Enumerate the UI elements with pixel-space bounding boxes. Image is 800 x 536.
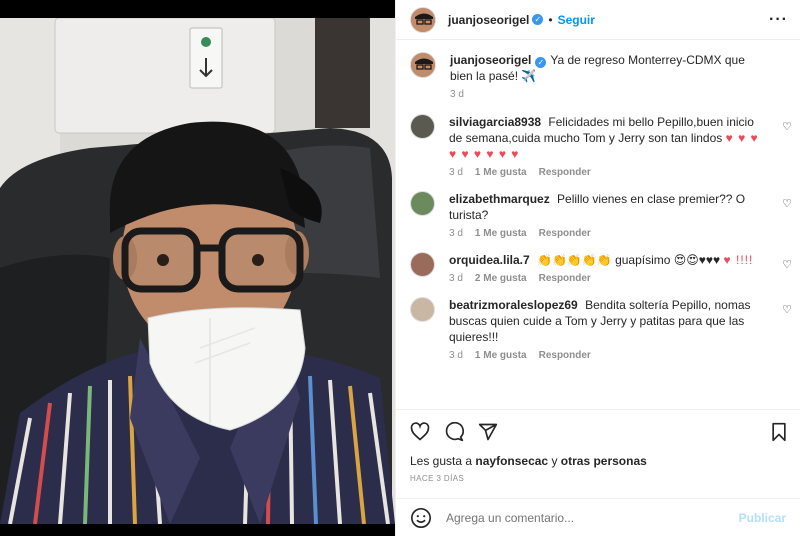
comment-like-icon[interactable]: ♡ (782, 258, 792, 271)
post-header: juanjoseorigel ✓ • Seguir ··· (396, 0, 800, 40)
caption-username[interactable]: juanjoseorigel (450, 53, 531, 67)
comment-likes[interactable]: 1 Me gusta (475, 167, 527, 178)
comment-likes[interactable]: 2 Me gusta (475, 273, 527, 284)
follow-button[interactable]: Seguir (558, 13, 595, 27)
likes-summary: Les gusta a nayfonsecac y otras personas (396, 454, 800, 468)
comment-time[interactable]: 3 d (449, 350, 463, 361)
comment-input[interactable] (446, 510, 739, 525)
reply-button[interactable]: Responder (539, 350, 591, 361)
commenter-avatar[interactable] (410, 191, 435, 216)
reply-button[interactable]: Responder (539, 228, 591, 239)
likes-prefix: Les gusta a (410, 454, 473, 468)
emoji-icon[interactable] (410, 507, 432, 529)
author-avatar[interactable] (410, 6, 436, 33)
comment-item: elizabethmarquez Pelillo vienes en clase… (410, 191, 792, 239)
comment-like-icon[interactable]: ♡ (782, 120, 792, 133)
comment-item: beatrizmoraleslopez69 Bendita soltería P… (410, 297, 792, 361)
author-avatar[interactable] (410, 52, 436, 78)
post-sidebar: juanjoseorigel ✓ • Seguir ··· juanjoseor… (395, 0, 800, 536)
commenter-avatar[interactable] (410, 114, 435, 139)
verified-icon: ✓ (535, 57, 547, 68)
comment-username[interactable]: beatrizmoraleslopez69 (449, 298, 578, 312)
comment-time[interactable]: 3 d (449, 167, 463, 178)
comment-likes[interactable]: 1 Me gusta (475, 228, 527, 239)
post-timestamp[interactable]: HACE 3 DÍAS (396, 468, 800, 483)
more-icon[interactable]: ··· (769, 11, 788, 29)
author-username[interactable]: juanjoseorigel (448, 13, 529, 27)
comment-like-icon[interactable]: ♡ (782, 197, 792, 210)
verified-icon: ✓ (532, 14, 544, 25)
comment-username[interactable]: silviagarcia8938 (449, 115, 541, 129)
comment-time[interactable]: 3 d (449, 228, 463, 239)
action-bar (396, 410, 800, 454)
comment-composer: Publicar (396, 498, 800, 536)
caption-time[interactable]: 3 d (450, 89, 464, 100)
comment-icon[interactable] (444, 422, 464, 442)
commenter-avatar[interactable] (410, 252, 435, 277)
reply-button[interactable]: Responder (539, 273, 591, 284)
separator-dot: • (548, 12, 553, 27)
liker-username[interactable]: nayfonsecac (475, 454, 548, 468)
post-modal: juanjoseorigel ✓ • Seguir ··· juanjoseor… (0, 0, 800, 536)
other-likers-link[interactable]: otras personas (561, 454, 647, 468)
selfie-image (0, 18, 395, 524)
comments-list[interactable]: juanjoseorigel ✓ Ya de regreso Monterrey-C… (396, 40, 800, 410)
heart-icon[interactable] (410, 422, 430, 442)
publish-button[interactable]: Publicar (739, 511, 786, 525)
comment-text: 👏👏👏👏👏 guapísimo 😍😍♥♥♥ (537, 253, 721, 267)
share-icon[interactable] (478, 422, 498, 442)
comment-item: silviagarcia8938 Felicidades mi bello Pe… (410, 114, 792, 178)
comment-time[interactable]: 3 d (449, 273, 463, 284)
comment-like-icon[interactable]: ♡ (782, 303, 792, 316)
comment-username[interactable]: orquidea.lila.7 (449, 253, 530, 267)
comment-username[interactable]: elizabethmarquez (449, 192, 550, 206)
commenter-avatar[interactable] (410, 297, 435, 322)
bookmark-icon[interactable] (770, 422, 788, 442)
comment-emoji: ♥ !!!! (723, 253, 754, 267)
caption: juanjoseorigel ✓ Ya de regreso Monterrey-C… (410, 52, 786, 100)
likes-conj: y (551, 454, 558, 468)
comment-likes[interactable]: 1 Me gusta (475, 350, 527, 361)
post-photo[interactable] (0, 18, 395, 524)
reply-button[interactable]: Responder (539, 167, 591, 178)
comment-item: orquidea.lila.7 👏👏👏👏👏 guapísimo 😍😍♥♥♥ ♥ … (410, 252, 792, 284)
